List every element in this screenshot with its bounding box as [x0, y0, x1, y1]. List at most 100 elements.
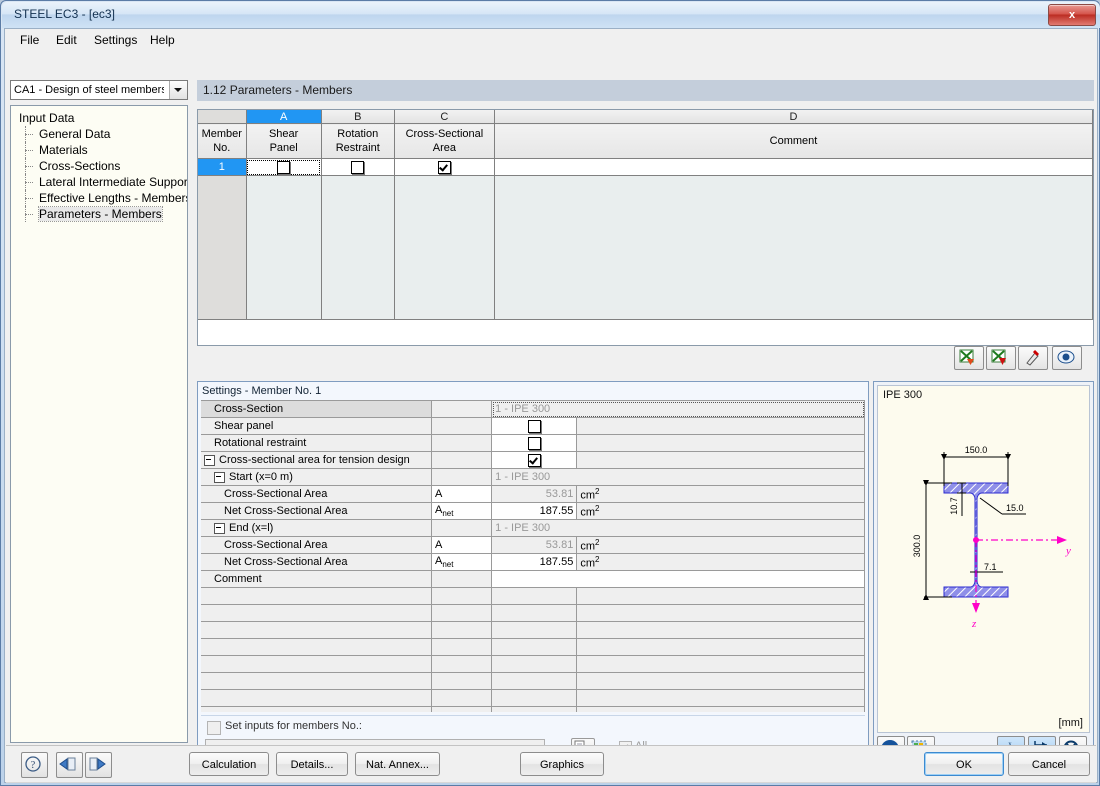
nat-annex-button[interactable]: Nat. Annex... [355, 752, 440, 776]
shear-panel-checkbox[interactable] [277, 160, 291, 174]
view-mode-icon[interactable] [1052, 346, 1082, 370]
table-row[interactable]: 1 [198, 158, 1093, 176]
ok-button[interactable]: OK [924, 752, 1004, 776]
row-value-cross-section[interactable]: 1 - IPE 300 [491, 401, 865, 418]
collapse-icon[interactable] [204, 454, 215, 466]
settings-title: Settings - Member No. 1 [202, 385, 322, 397]
settings-row-cross-section[interactable]: Cross-Section 1 - IPE 300 [201, 401, 865, 418]
row-symbol [431, 468, 493, 486]
header-member-no-line1: Member [201, 128, 242, 140]
settings-row-end[interactable]: End (x=l) 1 - IPE 300 [201, 519, 865, 537]
dim-flange-thickness: 10.7 [949, 497, 959, 515]
empty-value [491, 638, 578, 656]
sidebar-item-lateral-intermediate-supports[interactable]: Lateral Intermediate Supports [11, 174, 187, 190]
row-value[interactable] [491, 451, 578, 469]
row-label-text: Start (x=0 m) [229, 471, 293, 483]
sidebar-item-parameters-members[interactable]: Parameters - Members [11, 206, 187, 222]
empty-row-number [198, 175, 247, 320]
cell-comment[interactable] [494, 158, 1093, 176]
row-unit [576, 417, 865, 435]
row-label-text: End (x=l) [229, 522, 274, 534]
cell-shear-panel[interactable] [246, 158, 322, 176]
client-area: File Edit Settings Help CA1 - Design of … [4, 28, 1098, 783]
settings-empty-row [201, 587, 865, 605]
settings-row-shear-panel[interactable]: Shear panel [201, 417, 865, 435]
cell-cross-sectional-area[interactable] [394, 158, 495, 176]
row-value[interactable] [491, 417, 578, 435]
members-table[interactable]: A B C D Member No. Shear Panel Rotation … [197, 109, 1094, 346]
collapse-icon[interactable] [214, 471, 225, 483]
sidebar-item-general-data[interactable]: General Data [11, 126, 187, 142]
row-unit: cm2 [576, 485, 865, 503]
sidebar-item-cross-sections[interactable]: Cross-Sections [11, 158, 187, 174]
row-number[interactable]: 1 [198, 158, 247, 176]
row-value[interactable]: 187.55 [491, 553, 578, 571]
row-label: Net Cross-Sectional Area [201, 553, 433, 571]
rotation-restraint-checkbox[interactable] [351, 160, 365, 174]
empty-unit [576, 655, 865, 673]
column-letter-c[interactable]: C [394, 110, 495, 124]
axis-label-y: y [1065, 545, 1071, 557]
cancel-button[interactable]: Cancel [1008, 752, 1090, 776]
close-icon[interactable]: x [1048, 4, 1096, 26]
bottom-bar: ? Calculation Details... Nat. Annex... G… [6, 745, 1096, 783]
chevron-down-icon[interactable] [169, 81, 187, 99]
set-inputs-checkbox[interactable] [207, 721, 221, 735]
previous-icon[interactable] [56, 752, 83, 778]
menu-bar: File Edit Settings Help [5, 29, 1097, 51]
menu-file[interactable]: File [13, 32, 46, 48]
rotational-restraint-checkbox[interactable] [527, 436, 541, 450]
settings-grid[interactable]: Cross-Section 1 - IPE 300 Shear panel Ro… [201, 400, 865, 712]
settings-row-end-area[interactable]: Cross-Sectional Area A 53.81 cm2 [201, 536, 865, 554]
sidebar-item-materials[interactable]: Materials [11, 142, 187, 158]
menu-settings[interactable]: Settings [87, 32, 144, 48]
settings-empty-row [201, 706, 865, 712]
tension-area-checkbox[interactable] [527, 453, 541, 467]
export-to-excel-icon[interactable] [986, 346, 1016, 370]
shear-panel-checkbox[interactable] [527, 419, 541, 433]
table-empty-row [198, 175, 1093, 320]
design-case-combobox[interactable]: CA1 - Design of steel members a [10, 80, 188, 100]
settings-row-start[interactable]: Start (x=0 m) 1 - IPE 300 [201, 468, 865, 486]
settings-row-comment[interactable]: Comment [201, 570, 865, 588]
header-cross-sectional-area-line1: Cross-Sectional [405, 128, 484, 140]
help-icon[interactable]: ? [21, 752, 48, 778]
column-letter-b[interactable]: B [321, 110, 395, 124]
settings-row-end-net-area[interactable]: Net Cross-Sectional Area Anet 187.55 cm2 [201, 553, 865, 571]
collapse-icon[interactable] [214, 522, 225, 534]
sidebar-item-effective-lengths-members[interactable]: Effective Lengths - Members [11, 190, 187, 206]
column-letter-d[interactable]: D [494, 110, 1093, 124]
settings-row-cross-sectional-area-tension[interactable]: Cross-sectional area for tension design [201, 451, 865, 469]
row-label-text: Cross-Sectional Area [224, 539, 328, 551]
row-label-text: Cross-sectional area for tension design [219, 454, 410, 466]
navigator-tree: Input Data General Data Materials Cross-… [10, 105, 188, 743]
sidebar-item-label: Cross-Sections [39, 159, 121, 173]
row-value: 53.81 [491, 485, 578, 503]
column-letter-a[interactable]: A [246, 110, 322, 124]
cross-sectional-area-checkbox[interactable] [437, 160, 451, 174]
row-value: 1 - IPE 300 [491, 468, 865, 486]
settings-row-start-area[interactable]: Cross-Sectional Area A 53.81 cm2 [201, 485, 865, 503]
menu-edit[interactable]: Edit [49, 32, 84, 48]
graphics-button[interactable]: Graphics [520, 752, 604, 776]
settings-panel: Settings - Member No. 1 Cross-Section 1 … [197, 381, 869, 767]
pick-in-model-icon[interactable] [1018, 346, 1048, 370]
empty-symbol [431, 604, 493, 622]
details-button[interactable]: Details... [276, 752, 348, 776]
empty-unit [576, 706, 865, 712]
import-from-excel-icon[interactable] [954, 346, 984, 370]
row-value[interactable] [491, 434, 578, 452]
next-icon[interactable] [85, 752, 112, 778]
empty-label [201, 706, 433, 712]
calculation-button[interactable]: Calculation [189, 752, 269, 776]
cross-section-drawing[interactable]: IPE 300 [mm] 150.0 300.0 10.7 15.0 7.1 y… [877, 385, 1090, 733]
empty-cell-a [246, 175, 322, 320]
settings-row-rotational-restraint[interactable]: Rotational restraint [201, 434, 865, 452]
menu-help[interactable]: Help [143, 32, 182, 48]
row-label: Cross-sectional area for tension design [201, 451, 433, 469]
row-value[interactable] [491, 570, 865, 588]
cell-rotation-restraint[interactable] [321, 158, 395, 176]
row-value[interactable]: 187.55 [491, 502, 578, 520]
settings-row-start-net-area[interactable]: Net Cross-Sectional Area Anet 187.55 cm2 [201, 502, 865, 520]
tree-root-input-data[interactable]: Input Data [11, 110, 187, 126]
